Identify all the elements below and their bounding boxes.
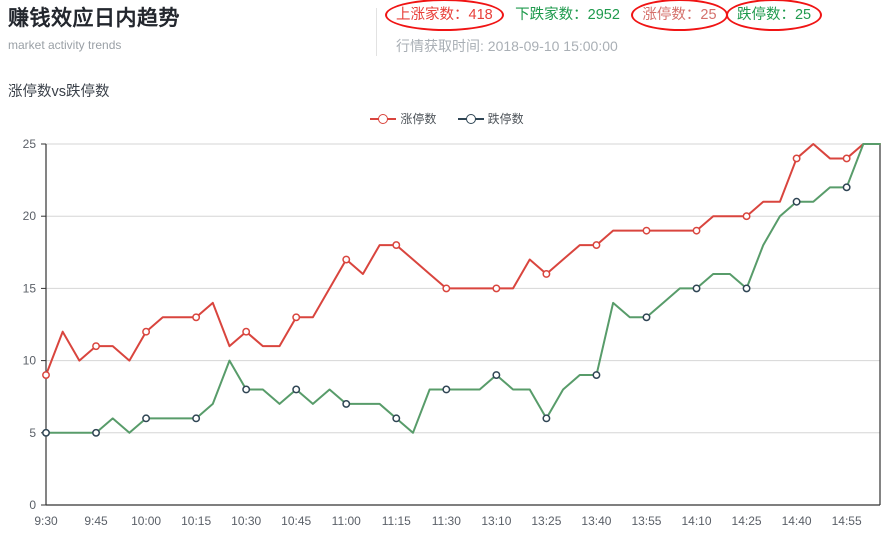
chart-title: 涨停数vs跌停数: [8, 84, 110, 100]
stat-limit-up-label: 涨停数：25: [642, 7, 717, 23]
stat-advancing: 上涨家数：418: [385, 0, 504, 31]
x-tick-label: 13:25: [531, 514, 561, 528]
data-point-marker[interactable]: [142, 414, 151, 423]
x-tick-label: 13:10: [481, 514, 511, 528]
y-tick-label: 10: [23, 354, 37, 368]
chart-section: 涨停数vs跌停数 涨停数 跌停数 0 5 10 15 20 25 9:30 9:45 10:0…: [0, 72, 894, 559]
y-tick-label: 0: [29, 498, 36, 512]
legend-label-limit-down: 跌停数: [487, 112, 524, 126]
y-tick-label: 25: [23, 137, 37, 151]
data-point-marker[interactable]: [642, 313, 651, 322]
data-point-marker[interactable]: [842, 183, 851, 192]
page-header: 赚钱效应日内趋势 market activity trends 上涨家数：418…: [0, 0, 894, 72]
data-point-marker[interactable]: [92, 428, 100, 437]
data-point-marker[interactable]: [142, 327, 151, 336]
legend-item-limit-down[interactable]: 跌停数: [457, 110, 524, 127]
data-point-marker[interactable]: [442, 385, 451, 394]
legend-marker-icon: [457, 113, 484, 124]
page-subtitle: market activity trends: [8, 38, 122, 52]
stat-limit-down-label: 跌停数：25: [736, 7, 812, 23]
data-point-marker[interactable]: [692, 226, 701, 235]
data-point-marker[interactable]: [292, 385, 301, 394]
data-point-marker[interactable]: [492, 284, 501, 293]
x-tick-label: 10:30: [231, 514, 261, 528]
stat-advancing-label: 上涨家数：418: [396, 7, 493, 23]
x-tick-label: 14:25: [732, 514, 762, 528]
data-point-marker[interactable]: [242, 327, 251, 336]
stat-declining-label: 下跌家数：2952: [515, 7, 620, 23]
y-tick-label: 20: [23, 209, 37, 223]
data-point-marker[interactable]: [92, 342, 100, 351]
x-tick-label: 14:10: [682, 514, 712, 528]
x-tick-label: 13:55: [631, 514, 661, 528]
quote-timestamp: 行情获取时间: 2018-09-10 15:00:00: [396, 38, 618, 54]
stats-row: 上涨家数：418 下跌家数：2952 涨停数：25 跌停数：25: [385, 0, 823, 31]
x-tick-label: 14:40: [782, 514, 812, 528]
data-point-marker[interactable]: [342, 399, 351, 408]
data-point-marker[interactable]: [592, 241, 601, 250]
stat-limit-up: 涨停数：25: [631, 0, 728, 31]
y-axis: 0 5 10 15 20 25: [23, 137, 47, 512]
x-tick-label: 11:00: [332, 514, 361, 528]
data-point-marker[interactable]: [642, 226, 651, 235]
data-point-marker[interactable]: [442, 284, 451, 293]
header-divider: [376, 8, 377, 56]
data-point-marker[interactable]: [742, 212, 751, 221]
x-tick-label: 10:45: [281, 514, 311, 528]
data-point-marker[interactable]: [192, 313, 201, 322]
legend-marker-icon: [370, 113, 397, 124]
data-point-marker[interactable]: [492, 371, 501, 379]
x-tick-label: 10:00: [131, 514, 161, 528]
series-layer: [42, 143, 881, 437]
data-point-marker[interactable]: [392, 414, 401, 423]
plot-area[interactable]: 0 5 10 15 20 25 9:30 9:45 10:00 10:15 10:30 10:45 1…: [0, 134, 894, 559]
page-title: 赚钱效应日内趋势: [8, 7, 180, 30]
legend-label-limit-up: 涨停数: [400, 112, 437, 126]
x-tick-label: 14:55: [832, 514, 862, 528]
x-tick-label: 10:15: [181, 514, 211, 528]
x-tick-label: 11:30: [432, 514, 461, 528]
data-point-marker[interactable]: [842, 154, 851, 163]
x-tick-label: 9:30: [34, 514, 58, 528]
chart-legend: 涨停数 跌停数: [0, 110, 894, 127]
data-point-marker[interactable]: [542, 414, 551, 423]
y-tick-label: 15: [23, 281, 37, 295]
title-block: 赚钱效应日内趋势 market activity trends: [8, 4, 368, 54]
line-chart-svg[interactable]: 0 5 10 15 20 25 9:30 9:45 10:00 10:15 10:30 10:45 1…: [0, 134, 894, 559]
data-point-marker[interactable]: [742, 284, 751, 293]
data-point-marker[interactable]: [342, 255, 351, 264]
x-tick-label: 13:40: [581, 514, 611, 528]
x-axis: 9:30 9:45 10:00 10:15 10:30 10:45 11:00 11:15 11…: [34, 144, 881, 528]
data-point-marker[interactable]: [792, 154, 801, 163]
stat-declining: 下跌家数：2952: [515, 2, 620, 28]
data-point-marker[interactable]: [392, 241, 401, 250]
series-line-limit-up: [45, 143, 881, 377]
stat-limit-down: 跌停数：25: [725, 0, 823, 31]
data-point-marker[interactable]: [292, 313, 301, 322]
data-point-marker[interactable]: [692, 284, 701, 293]
data-point-marker[interactable]: [592, 371, 601, 379]
x-tick-label: 9:45: [84, 514, 108, 528]
data-point-marker[interactable]: [542, 270, 551, 278]
data-point-marker[interactable]: [42, 428, 50, 437]
data-point-marker[interactable]: [792, 197, 801, 206]
x-tick-label: 11:15: [382, 514, 411, 528]
data-point-marker[interactable]: [42, 371, 50, 379]
data-point-marker[interactable]: [242, 385, 251, 394]
y-tick-label: 5: [29, 426, 36, 440]
data-point-marker[interactable]: [192, 414, 201, 423]
legend-item-limit-up[interactable]: 涨停数: [370, 110, 436, 127]
